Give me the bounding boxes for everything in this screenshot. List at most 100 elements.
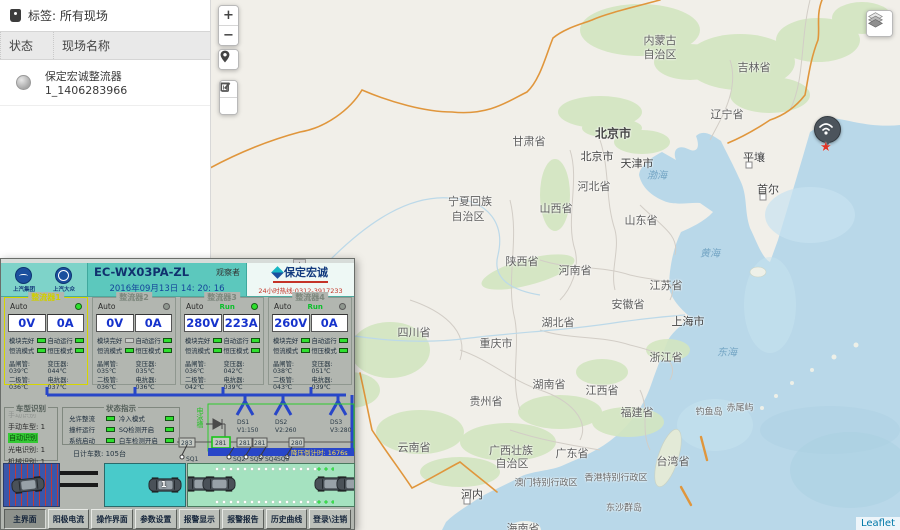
map-label: 自治区 — [496, 455, 529, 471]
city-dot-marker — [760, 194, 767, 201]
group-title: 整流器2 — [116, 292, 152, 303]
svg-text:280: 280 — [291, 440, 303, 447]
svg-text:DS2: DS2 — [275, 419, 287, 426]
status-led-icon — [16, 75, 31, 90]
saic-logo: 上汽集团 — [13, 267, 35, 293]
map-label: 重庆市 — [480, 335, 513, 351]
group-title: 整流器3 — [204, 292, 240, 303]
zoom-out-button[interactable]: − — [219, 25, 238, 45]
brand-diamond-icon — [271, 266, 284, 279]
map-label: 上海市 — [672, 313, 705, 329]
tab-main-screen[interactable]: 主界面 — [4, 509, 46, 529]
map-label: 江苏省 — [650, 277, 683, 293]
layers-button[interactable] — [867, 11, 892, 36]
tab-parameters[interactable]: 参数设置 — [135, 509, 177, 529]
voltage-display: 0V — [8, 314, 46, 332]
svg-text:SQ1: SQ1 — [186, 456, 199, 463]
map-label: 台湾省 — [657, 453, 690, 469]
zoom-control: + − — [218, 5, 239, 46]
site-name: 保定宏诚整流器1_1406283966 — [45, 68, 202, 97]
ecoat-pool — [187, 463, 355, 507]
tab-history-curves[interactable]: 历史曲线 — [266, 509, 308, 529]
station-title: EC-WX03PA-ZL — [94, 265, 189, 279]
mode-label: Auto — [186, 302, 203, 311]
zoom-in-button[interactable]: + — [219, 6, 238, 25]
svg-text:电泳槽: 电泳槽 — [196, 406, 204, 429]
vehicle-id-title: 车型识别 — [14, 403, 48, 414]
anode-beads-top-active — [316, 466, 334, 472]
map-label: 海南省 — [507, 520, 540, 530]
anode-beads-top — [214, 466, 316, 472]
map-label: 宁夏回族 — [448, 193, 492, 209]
conveyor-bar — [60, 471, 98, 475]
map-label: 北京市 — [595, 125, 631, 142]
current-display: 0A — [311, 314, 349, 332]
module-led — [163, 303, 170, 310]
map-label: 河北省 — [578, 178, 611, 194]
wifi-icon — [815, 117, 837, 139]
map-label: 广东省 — [556, 445, 589, 461]
tab-login-logout[interactable]: 登录\注销 — [309, 509, 351, 529]
layers-icon — [867, 11, 884, 28]
map-label: 四川省 — [398, 324, 431, 340]
map-label: 湖南省 — [533, 376, 566, 392]
viewer-role-label: 观察者 — [216, 267, 240, 278]
car-icon — [336, 476, 355, 492]
car-icon — [10, 475, 45, 494]
conveyor-bar — [60, 483, 98, 487]
current-display: 0A — [135, 314, 173, 332]
mode-label: Auto — [98, 302, 115, 311]
locate-control — [218, 49, 239, 70]
map-attribution[interactable]: Leaflet — [856, 517, 900, 530]
tab-alarm-report[interactable]: 报警报告 — [222, 509, 264, 529]
map-label: 辽宁省 — [711, 106, 744, 122]
current-display: 223A — [223, 314, 261, 332]
tag-filter-label: 标签: 所有现场 — [28, 7, 108, 24]
anode-beads-bottom-active — [316, 499, 334, 505]
tab-alarm-display[interactable]: 报警显示 — [179, 509, 221, 529]
layers-control — [866, 10, 893, 37]
locate-button[interactable] — [219, 50, 238, 69]
map-label: 福建省 — [621, 404, 654, 420]
vehicle-id-box: 车型识别 手动识别 手动车型: 1 自动识别 光电识别: 1 机械识别: 1 — [4, 407, 58, 461]
run-label: Run — [308, 303, 323, 311]
car-number-label: 1 — [161, 480, 167, 489]
map-label: 钓鱼岛 — [695, 405, 722, 418]
brand-name: 保定宏诚 — [284, 264, 328, 280]
map-label: 黄海 — [700, 245, 720, 260]
site-cluster-marker[interactable] — [814, 116, 841, 143]
svg-text:281: 281 — [215, 440, 227, 447]
rectifier-group-4: 整流器4 AutoRun 260V0A 模块完好 自动运行 恒流模式 恒压模式 … — [268, 297, 352, 385]
mode-label: Auto — [10, 302, 27, 311]
svg-text:283: 283 — [181, 440, 193, 447]
tab-operation[interactable]: 操作界面 — [91, 509, 133, 529]
status-indication-box: 状态指示 允许整流 冷入模式 撞杆运行 SQ检测开启 系统启动 白车检测开启 — [62, 407, 180, 445]
run-label: Run — [220, 303, 235, 311]
rectifier-group-1: 整流器1 Auto 0V0A 模块完好 自动运行 恒流模式 恒压模式 晶闸管: … — [4, 297, 88, 385]
tab-anode-current[interactable]: 阳极电流 — [48, 509, 90, 529]
map-label: 河南省 — [559, 262, 592, 278]
anode-beads-bottom — [214, 499, 316, 505]
map-label: 陕西省 — [506, 253, 539, 269]
voltage-display: 260V — [272, 314, 310, 332]
map-label: 吉林省 — [738, 59, 771, 75]
auto-id-chip: 自动识别 — [8, 433, 38, 443]
tag-icon — [10, 9, 21, 22]
map-label: 自治区 — [644, 46, 677, 62]
site-table-header: 状态 现场名称 — [0, 31, 210, 60]
svg-text:281: 281 — [254, 440, 266, 447]
delete-button[interactable] — [220, 97, 237, 114]
map-label: 江西省 — [586, 382, 619, 398]
svg-text:SQ4: SQ4 — [265, 456, 278, 463]
group-title: 整流器1 — [28, 292, 64, 303]
rinse-pool: 1 — [104, 463, 186, 507]
column-site-name[interactable]: 现场名称 — [53, 32, 118, 59]
vw-logo: 上汽大众 — [53, 267, 75, 293]
site-row[interactable]: 保定宏诚整流器1_1406283966 — [0, 60, 210, 106]
module-led — [251, 303, 258, 310]
manual-type-value: 手动车型: 1 — [5, 420, 57, 432]
svg-text:降压倒计时: 1676s: 降压倒计时: 1676s — [291, 448, 348, 457]
column-status[interactable]: 状态 — [0, 32, 53, 59]
hmi-panel: ▲ 上汽集团 上汽大众 EC-WX03PA-ZL 观察者 2016年09月13日… — [0, 258, 355, 530]
map-label: 香港特别行政区 — [584, 471, 647, 484]
